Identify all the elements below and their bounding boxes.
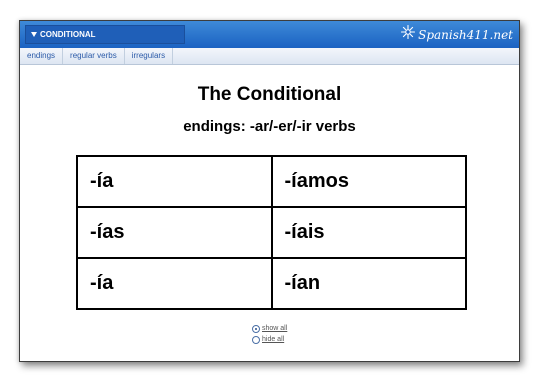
table-cell: -ías xyxy=(76,206,273,259)
tab-endings[interactable]: endings xyxy=(20,48,64,64)
hide-all-radio[interactable] xyxy=(252,335,260,344)
site-logo[interactable]: Spanish411.net xyxy=(401,24,513,44)
show-all-label[interactable]: show all xyxy=(262,325,287,332)
table-row: -ía -íamos xyxy=(76,155,467,208)
top-bar: CONDITIONAL Spanish411.net xyxy=(20,21,519,48)
sunburst-icon xyxy=(401,24,416,44)
hide-all-label[interactable]: hide all xyxy=(262,336,284,343)
table-cell: -ía xyxy=(76,155,273,208)
show-all-radio[interactable] xyxy=(252,324,260,333)
triangle-down-icon xyxy=(31,32,37,37)
topic-dropdown[interactable]: CONDITIONAL xyxy=(25,25,185,44)
table-cell: -ían xyxy=(270,257,467,310)
visibility-options: show all hide all xyxy=(252,323,287,345)
table-row: -ías -íais xyxy=(76,206,467,259)
topic-dropdown-label: CONDITIONAL xyxy=(40,30,96,39)
hide-all-option[interactable]: hide all xyxy=(252,334,287,345)
endings-table: -ía -íamos -ías -íais -ía -ían xyxy=(76,155,467,310)
tab-bar: endings regular verbs irregulars xyxy=(20,48,519,65)
show-all-option[interactable]: show all xyxy=(252,323,287,334)
table-cell: -íamos xyxy=(270,155,467,208)
tab-regular-verbs[interactable]: regular verbs xyxy=(63,48,125,64)
tab-irregulars[interactable]: irregulars xyxy=(125,48,174,64)
app-window: CONDITIONAL Spanish411.net endings regul… xyxy=(19,20,520,362)
table-cell: -íais xyxy=(270,206,467,259)
page-title: The Conditional xyxy=(197,84,342,105)
table-row: -ía -ían xyxy=(76,257,467,310)
table-cell: -ía xyxy=(76,257,273,310)
page-subtitle: endings: -ar/-er/-ir verbs xyxy=(183,118,356,135)
logo-text: Spanish411.net xyxy=(418,27,513,42)
